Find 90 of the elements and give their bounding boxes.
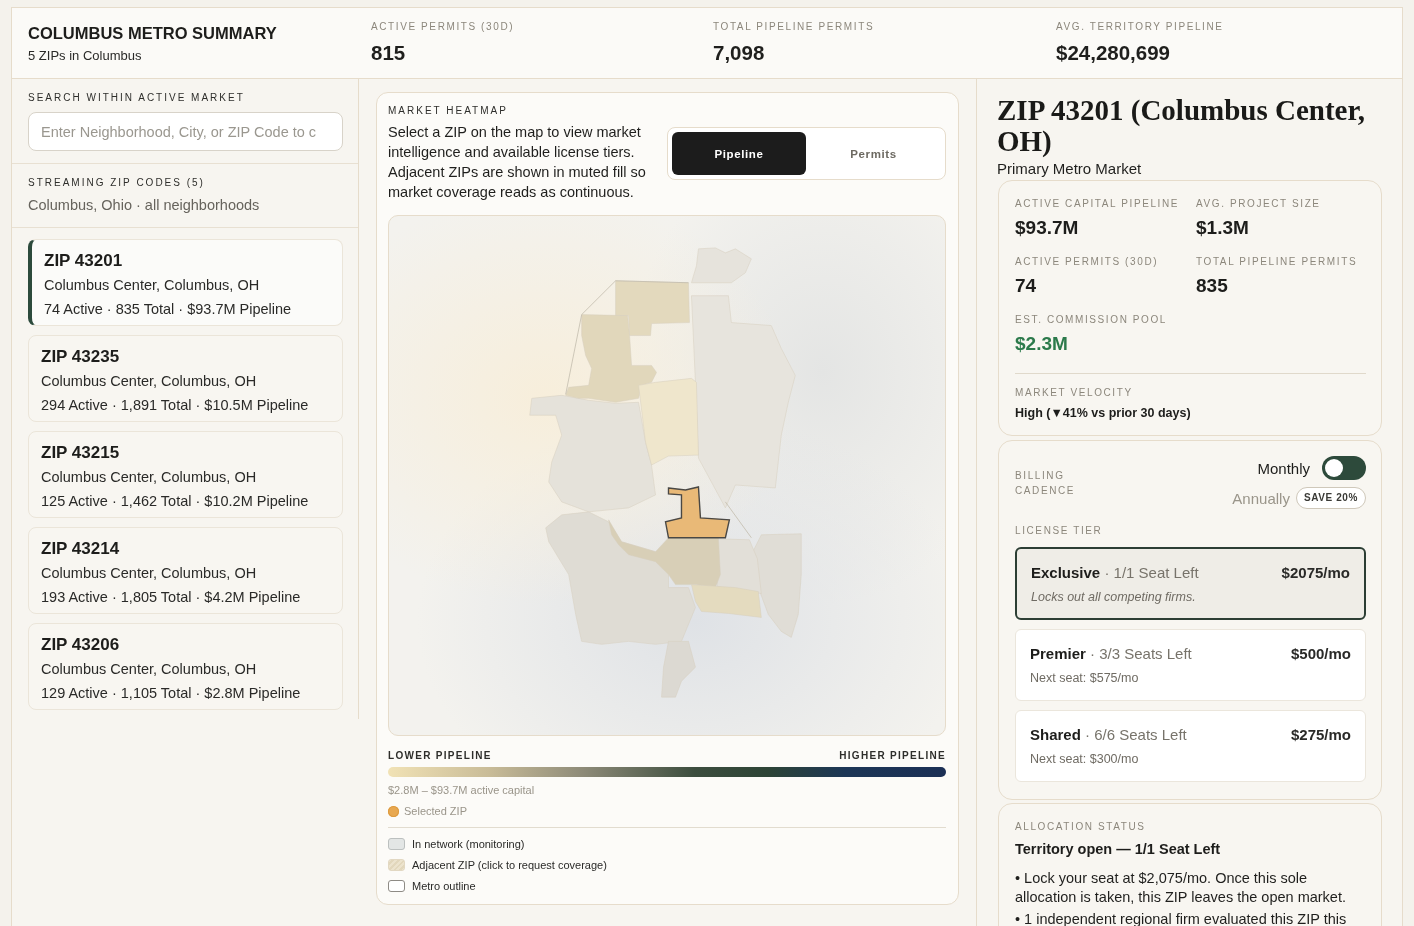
- zip-region[interactable]: [691, 247, 752, 283]
- legend-label: Metro outline: [412, 879, 476, 893]
- zip-area: Columbus Center, Columbus, OH: [41, 467, 330, 487]
- zip-region[interactable]: [565, 314, 657, 403]
- tier-price: $2075/mo: [1281, 563, 1350, 583]
- zip-stats: 294 Active · 1,891 Total · $10.5M Pipeline: [41, 396, 310, 415]
- tier-price: $500/mo: [1290, 644, 1351, 664]
- selected-zip-region[interactable]: [664, 486, 731, 539]
- search-field[interactable]: Enter Neighborhood, City, or ZIP Code to c: [28, 112, 343, 151]
- zip-code: ZIP 43215: [41, 443, 121, 463]
- license-tier-option[interactable]: Exclusive · 1/1 Seat Left $2075/mo Locks out all competing firms.: [1015, 547, 1366, 620]
- zip-area: Columbus Center, Columbus, OH: [44, 275, 330, 295]
- scale-range: $2.8M – $93.7M active capital: [388, 783, 536, 797]
- zip-stats: 193 Active · 1,805 Total · $4.2M Pipeline: [41, 588, 302, 607]
- heatmap-label: MARKET HEATMAP: [388, 104, 509, 118]
- stat-label: ACTIVE PERMITS (30D): [371, 20, 516, 34]
- heatmap-description: Select a ZIP on the map to view market intelligence and available license tiers. Adjacent ZIPs are shown in muted fill so market coverage reads as continuous.: [388, 123, 647, 202]
- tier-title: Shared · 6/6 Seats Left: [1030, 725, 1187, 745]
- zip-region[interactable]: [529, 395, 656, 513]
- network-swatch-icon: [388, 838, 405, 850]
- section-subtitle: Columbus, Ohio · all neighborhoods: [28, 196, 261, 215]
- stat-value: $2.3M: [1015, 332, 1069, 356]
- zip-card[interactable]: ZIP 43201 Columbus Center, Columbus, OH 74 Active · 835 Total · $93.7M Pipeline: [28, 239, 343, 326]
- hatched-swatch-icon: [388, 859, 405, 871]
- section-label: STREAMING ZIP CODES (5): [28, 176, 206, 190]
- billing-label: BILLING CADENCE: [1015, 468, 1077, 498]
- allocation-label: ALLOCATION STATUS: [1015, 820, 1147, 834]
- zip-card[interactable]: ZIP 43235 Columbus Center, Columbus, OH 294 Active · 1,891 Total · $10.5M Pipeline: [28, 335, 343, 422]
- zip-code: ZIP 43201: [44, 251, 124, 271]
- mode-tab[interactable]: Permits: [806, 132, 941, 175]
- billing-toggle-switch[interactable]: [1322, 456, 1366, 480]
- allocation-bullet: • Lock your seat at $2,075/mo. Once this sole allocation is taken, this ZIP leaves the open market.: [1015, 869, 1347, 907]
- scale-high-label: HIGHER PIPELINE: [839, 749, 946, 763]
- zip-code: ZIP 43206: [41, 635, 121, 655]
- stat-value: 74: [1015, 274, 1038, 298]
- tier-label: LICENSE TIER: [1015, 524, 1104, 538]
- zip-code: ZIP 43235: [41, 347, 121, 367]
- tier-note: Locks out all competing firms.: [1031, 589, 1197, 605]
- zip-card[interactable]: ZIP 43215 Columbus Center, Columbus, OH 125 Active · 1,462 Total · $10.2M Pipeline: [28, 431, 343, 518]
- zip-area: Columbus Center, Columbus, OH: [41, 371, 330, 391]
- velocity-value: High (▼41% vs prior 30 days): [1015, 405, 1192, 421]
- stat-label: EST. COMMISSION POOL: [1015, 313, 1169, 327]
- stat-value: 835: [1196, 274, 1229, 298]
- tier-price: $275/mo: [1290, 725, 1351, 745]
- tier-title: Exclusive · 1/1 Seat Left: [1031, 563, 1199, 583]
- tier-note: Next seat: $575/mo: [1030, 670, 1140, 686]
- zip-region[interactable]: [751, 533, 802, 638]
- billing-option[interactable]: Monthly: [1257, 459, 1310, 477]
- tier-note: Next seat: $300/mo: [1030, 751, 1140, 767]
- zip-area: Columbus Center, Columbus, OH: [41, 659, 330, 679]
- stat-label: TOTAL PIPELINE PERMITS: [1196, 255, 1359, 269]
- zip-stats: 74 Active · 835 Total · $93.7M Pipeline: [44, 300, 293, 319]
- zip-area: Columbus Center, Columbus, OH: [41, 563, 330, 583]
- selected-dot-icon: [388, 805, 399, 817]
- detail-title: ZIP 43201 (Columbus Center, OH): [997, 95, 1366, 157]
- stat-value: $1.3M: [1196, 216, 1250, 240]
- scale-low-label: LOWER PIPELINE: [388, 749, 492, 763]
- search-label: SEARCH WITHIN ACTIVE MARKET: [28, 91, 246, 105]
- save-badge: SAVE 20%: [1295, 487, 1366, 509]
- summary-title: COLUMBUS METRO SUMMARY: [28, 23, 278, 43]
- tier-title: Premier · 3/3 Seats Left: [1030, 644, 1192, 664]
- stat-label: AVG. PROJECT SIZE: [1196, 197, 1322, 211]
- zip-card[interactable]: ZIP 43206 Columbus Center, Columbus, OH 129 Active · 1,105 Total · $2.8M Pipeline: [28, 623, 343, 710]
- legend-label: In network (monitoring): [412, 837, 525, 851]
- stat-label: ACTIVE CAPITAL PIPELINE: [1015, 197, 1181, 211]
- zip-stats: 129 Active · 1,105 Total · $2.8M Pipeline: [41, 684, 302, 703]
- stat-label: AVG. TERRITORY PIPELINE: [1056, 20, 1225, 34]
- stat-value: $24,280,699: [1056, 40, 1171, 66]
- velocity-label: MARKET VELOCITY: [1015, 386, 1134, 400]
- zip-code: ZIP 43214: [41, 539, 121, 559]
- license-tier-option[interactable]: Premier · 3/3 Seats Left $500/mo Next seat: $575/mo: [1015, 629, 1366, 701]
- stat-label: TOTAL PIPELINE PERMITS: [713, 20, 876, 34]
- stat-value: 815: [371, 40, 407, 66]
- legend-label: Adjacent ZIP (click to request coverage): [412, 858, 607, 872]
- mode-tab[interactable]: Pipeline: [672, 132, 806, 175]
- stat-value: $93.7M: [1015, 216, 1080, 240]
- outline-swatch-icon: [388, 880, 405, 892]
- summary-subtitle: 5 ZIPs in Columbus: [28, 47, 143, 65]
- zip-card[interactable]: ZIP 43214 Columbus Center, Columbus, OH 193 Active · 1,805 Total · $4.2M Pipeline: [28, 527, 343, 614]
- zip-region[interactable]: [615, 280, 690, 336]
- zip-region[interactable]: [691, 584, 762, 618]
- stat-value: 7,098: [713, 40, 766, 66]
- detail-subtitle: Primary Metro Market: [997, 160, 1143, 178]
- zip-region[interactable]: [638, 378, 699, 466]
- allocation-headline: Territory open — 1/1 Seat Left: [1015, 840, 1222, 859]
- zip-stats: 125 Active · 1,462 Total · $10.2M Pipeline: [41, 492, 310, 511]
- zip-region[interactable]: [661, 641, 696, 698]
- stat-label: ACTIVE PERMITS (30D): [1015, 255, 1160, 269]
- license-tier-option[interactable]: Shared · 6/6 Seats Left $275/mo Next seat: $300/mo: [1015, 710, 1366, 782]
- selected-zip-label: Selected ZIP: [404, 804, 467, 818]
